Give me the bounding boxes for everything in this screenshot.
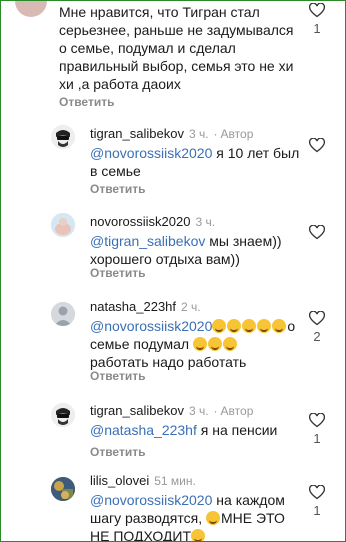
timestamp: 3 ч. bbox=[188, 127, 209, 141]
laughing-emoji-icon bbox=[205, 511, 220, 525]
author-badge: Автор bbox=[220, 127, 254, 141]
comment-header: lilis_olovei 51 мин. bbox=[90, 473, 196, 488]
username[interactable]: lilis_olovei bbox=[90, 473, 149, 488]
avatar[interactable] bbox=[51, 403, 75, 427]
reply-button[interactable]: Ответить bbox=[90, 266, 145, 280]
mention-link[interactable]: @novorossiisk2020 bbox=[90, 318, 212, 334]
comment-text: @novorossiisk2020 я 10 лет был в семье bbox=[90, 144, 300, 180]
username[interactable]: tigran_salibekov bbox=[90, 126, 184, 141]
like-count: 1 bbox=[313, 21, 321, 36]
like-count: 1 bbox=[313, 431, 321, 446]
laughing-emoji-icon bbox=[272, 319, 287, 333]
avatar[interactable] bbox=[51, 125, 75, 149]
like-count: 2 bbox=[313, 329, 321, 344]
laughing-emoji-icon bbox=[212, 319, 227, 333]
comments-thread: Мне нравится, что Тигран стал серьезнее,… bbox=[0, 0, 346, 542]
username[interactable]: tigran_salibekov bbox=[90, 403, 184, 418]
mention-link[interactable]: @novorossiisk2020 bbox=[90, 492, 212, 508]
mention-link[interactable]: @novorossiisk2020 bbox=[90, 145, 212, 161]
heart-outline-icon[interactable] bbox=[309, 311, 325, 326]
comment-header: tigran_salibekov 3 ч. · Автор bbox=[90, 126, 253, 141]
laughing-emoji-icon bbox=[242, 319, 257, 333]
comment-body-tail: работать надо работать bbox=[90, 354, 247, 370]
timestamp: 3 ч. bbox=[195, 215, 216, 229]
laughing-emoji-icon bbox=[207, 337, 222, 351]
comment-header: tigran_salibekov 3 ч. · Автор bbox=[90, 403, 253, 418]
avatar[interactable] bbox=[51, 213, 75, 237]
comment-text: @novorossiisk2020 на каждом шагу разводя… bbox=[90, 491, 305, 541]
timestamp: 2 ч. bbox=[181, 300, 201, 314]
mention-link[interactable]: @tigran_salibekov bbox=[90, 233, 205, 249]
reply-button[interactable]: Ответить bbox=[90, 445, 145, 459]
laughing-emoji-icon bbox=[192, 337, 207, 351]
heart-outline-icon[interactable] bbox=[309, 225, 325, 240]
laughing-emoji-icon bbox=[222, 337, 237, 351]
heart-outline-icon[interactable] bbox=[309, 485, 325, 500]
heart-outline-icon[interactable] bbox=[309, 3, 325, 18]
comment-body: я на пенсии bbox=[196, 422, 278, 438]
comment-header: novorossiisk2020 3 ч. bbox=[90, 214, 215, 229]
username[interactable]: natasha_223hf bbox=[90, 299, 176, 314]
comment-header: natasha_223hf 2 ч. bbox=[90, 299, 201, 314]
reply-button[interactable]: Ответить bbox=[90, 182, 145, 196]
author-dot: · bbox=[213, 127, 218, 141]
avatar[interactable] bbox=[51, 477, 75, 501]
heart-outline-icon[interactable] bbox=[309, 413, 325, 428]
comment-text: @novorossiisk2020 о семье подумал работат… bbox=[90, 317, 305, 371]
like-count: 1 bbox=[313, 503, 321, 518]
username[interactable]: novorossiisk2020 bbox=[90, 214, 190, 229]
timestamp: 51 мин. bbox=[154, 474, 196, 488]
comment-text: @natasha_223hf я на пенсии bbox=[90, 421, 300, 439]
reply-button[interactable]: Ответить bbox=[90, 369, 145, 383]
comment-text: @tigran_salibekov мы знаем)) хорошего от… bbox=[90, 232, 300, 268]
avatar[interactable] bbox=[15, 1, 47, 17]
laughing-emoji-icon bbox=[227, 319, 242, 333]
author-dot: · bbox=[213, 404, 218, 418]
mention-link[interactable]: @natasha_223hf bbox=[90, 422, 197, 438]
laughing-emoji-icon bbox=[257, 319, 272, 333]
author-badge: Автор bbox=[220, 404, 254, 418]
laughing-emoji-icon bbox=[191, 529, 206, 541]
comment-text: Мне нравится, что Тигран стал серьезнее,… bbox=[59, 4, 294, 92]
heart-outline-icon[interactable] bbox=[309, 138, 325, 153]
timestamp: 3 ч. bbox=[188, 404, 209, 418]
avatar[interactable] bbox=[51, 302, 75, 326]
reply-button[interactable]: Ответить bbox=[59, 95, 114, 109]
